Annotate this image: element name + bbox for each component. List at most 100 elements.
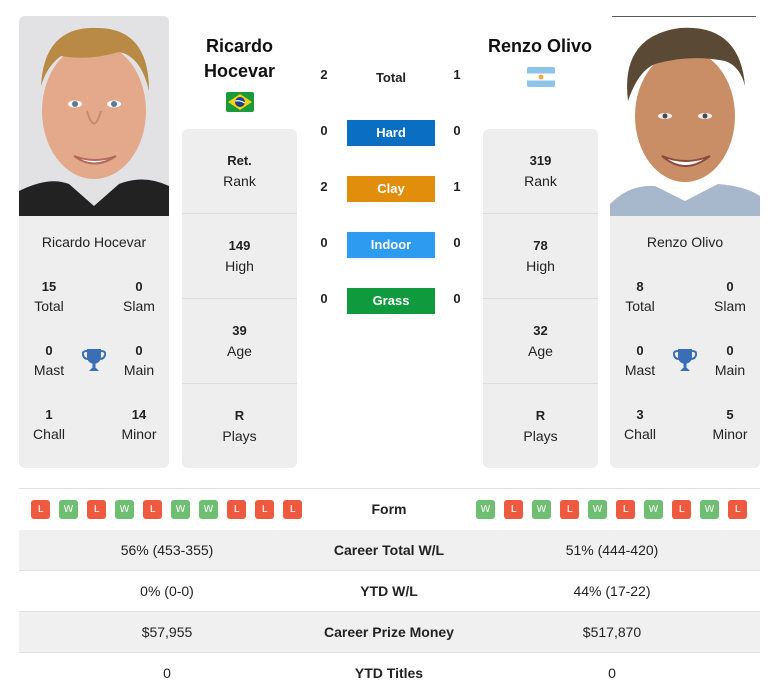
label: Age bbox=[528, 343, 553, 359]
label: Rank bbox=[524, 173, 557, 189]
form-win-badge: W bbox=[700, 500, 719, 519]
stat-label: Career Total W/L bbox=[333, 542, 445, 558]
player2-titles-chall: 3 Chall bbox=[610, 406, 670, 444]
player2-titles-mast: 0 Mast bbox=[610, 342, 670, 380]
player1-titles-slam: 0 Slam bbox=[109, 278, 169, 316]
h2h-indoor-p2: 0 bbox=[453, 235, 461, 250]
value: 15 bbox=[41, 279, 57, 294]
surface-clay-button[interactable]: Clay bbox=[347, 176, 435, 202]
form-loss-badge: L bbox=[616, 500, 635, 519]
player2-titles-minor: 5 Minor bbox=[700, 406, 760, 444]
player1-titles-minor: 14 Minor bbox=[109, 406, 169, 444]
player2-age: 32 Age bbox=[483, 299, 598, 384]
player2-name[interactable]: Renzo Olivo bbox=[470, 34, 610, 59]
label: Minor bbox=[712, 426, 748, 442]
value: 8 bbox=[636, 279, 644, 294]
value: 78 bbox=[533, 238, 548, 253]
stat-label: Career Prize Money bbox=[324, 624, 454, 640]
value: 0 bbox=[45, 343, 53, 358]
label: Mast bbox=[33, 362, 65, 378]
label: Rank bbox=[223, 173, 256, 189]
form-win-badge: W bbox=[588, 500, 607, 519]
form-win-badge: W bbox=[59, 500, 78, 519]
form-loss-badge: L bbox=[143, 500, 162, 519]
player1-stat: 0% (0-0) bbox=[140, 583, 194, 599]
value: R bbox=[535, 408, 546, 423]
form-loss-badge: L bbox=[560, 500, 579, 519]
player2-high: 78 High bbox=[483, 214, 598, 299]
value: 3 bbox=[636, 407, 644, 422]
form-loss-badge: L bbox=[87, 500, 106, 519]
h2h-total-label: Total bbox=[375, 70, 407, 85]
value: 319 bbox=[529, 153, 552, 168]
h2h-total-p2: 1 bbox=[453, 67, 461, 82]
label: Main bbox=[714, 362, 746, 378]
brazil-flag-icon bbox=[226, 92, 254, 112]
form-loss-badge: L bbox=[31, 500, 50, 519]
h2h-indoor-p1: 0 bbox=[320, 235, 328, 250]
stats-row: 0 YTD Titles 0 bbox=[19, 653, 760, 694]
player2-stat: $517,870 bbox=[582, 624, 642, 640]
form-loss-badge: L bbox=[504, 500, 523, 519]
label: Plays bbox=[222, 428, 257, 444]
player1-titles-chall: 1 Chall bbox=[19, 406, 79, 444]
player2-stat: 44% (17-22) bbox=[573, 583, 651, 599]
form-win-badge: W bbox=[115, 500, 134, 519]
h2h-grass-p1: 0 bbox=[320, 291, 328, 306]
label: Minor bbox=[121, 426, 157, 442]
stats-row: 0% (0-0) YTD W/L 44% (17-22) bbox=[19, 571, 760, 612]
value: 0 bbox=[135, 343, 143, 358]
label: Main bbox=[123, 362, 155, 378]
player1-stat: $57,955 bbox=[141, 624, 193, 640]
label: High bbox=[225, 258, 254, 274]
argentina-flag-icon bbox=[527, 67, 555, 87]
form-row: LWLWLWWLLL Form WLWLWLWLWL bbox=[19, 489, 760, 530]
player2-stat: 51% (444-420) bbox=[565, 542, 659, 558]
label: Chall bbox=[33, 426, 65, 442]
label: Chall bbox=[624, 426, 656, 442]
form-loss-badge: L bbox=[227, 500, 246, 519]
form-win-badge: W bbox=[199, 500, 218, 519]
form-loss-badge: L bbox=[283, 500, 302, 519]
h2h-clay-p1: 2 bbox=[320, 179, 328, 194]
player1-name-line2: Hocevar bbox=[203, 61, 276, 81]
stats-row: 56% (453-355) Career Total W/L 51% (444-… bbox=[19, 530, 760, 571]
player1-titles-main: 0 Main bbox=[109, 342, 169, 380]
value: 0 bbox=[726, 343, 734, 358]
form-win-badge: W bbox=[171, 500, 190, 519]
form-win-badge: W bbox=[644, 500, 663, 519]
h2h-total-p1: 2 bbox=[320, 67, 328, 82]
form-win-badge: W bbox=[476, 500, 495, 519]
player2-plays: R Plays bbox=[483, 384, 598, 468]
player1-titles-card: Ricardo Hocevar 15 Total 0 Slam 0 Mast 0… bbox=[19, 216, 169, 468]
player1-name[interactable]: Ricardo Hocevar bbox=[182, 34, 297, 84]
label: Total bbox=[34, 298, 64, 314]
value: 5 bbox=[726, 407, 734, 422]
trophy-icon bbox=[81, 347, 107, 373]
player1-high: 149 High bbox=[182, 214, 297, 299]
surface-indoor-button[interactable]: Indoor bbox=[347, 232, 435, 258]
value: R bbox=[234, 408, 245, 423]
player1-photo bbox=[19, 16, 169, 216]
label: Age bbox=[227, 343, 252, 359]
label: Mast bbox=[624, 362, 656, 378]
player2-rank: 319 Rank bbox=[483, 129, 598, 214]
value: 0 bbox=[726, 279, 734, 294]
value: 0 bbox=[636, 343, 644, 358]
h2h-hard-p1: 0 bbox=[320, 123, 328, 138]
player1-titles-mast: 0 Mast bbox=[19, 342, 79, 380]
surface-grass-button[interactable]: Grass bbox=[347, 288, 435, 314]
player1-titles-total: 15 Total bbox=[19, 278, 79, 316]
player2-titles-slam: 0 Slam bbox=[700, 278, 760, 316]
label: Slam bbox=[123, 298, 155, 314]
player1-plays: R Plays bbox=[182, 384, 297, 468]
h2h-grass-p2: 0 bbox=[453, 291, 461, 306]
label: Plays bbox=[523, 428, 558, 444]
surface-hard-button[interactable]: Hard bbox=[347, 120, 435, 146]
player1-name-line1: Ricardo bbox=[205, 36, 274, 56]
form-loss-badge: L bbox=[728, 500, 747, 519]
label: Slam bbox=[714, 298, 746, 314]
player2-rank-card: 319 Rank 78 High 32 Age R Plays bbox=[483, 129, 598, 468]
player2-card-name: Renzo Olivo bbox=[646, 234, 724, 250]
value: 32 bbox=[533, 323, 548, 338]
